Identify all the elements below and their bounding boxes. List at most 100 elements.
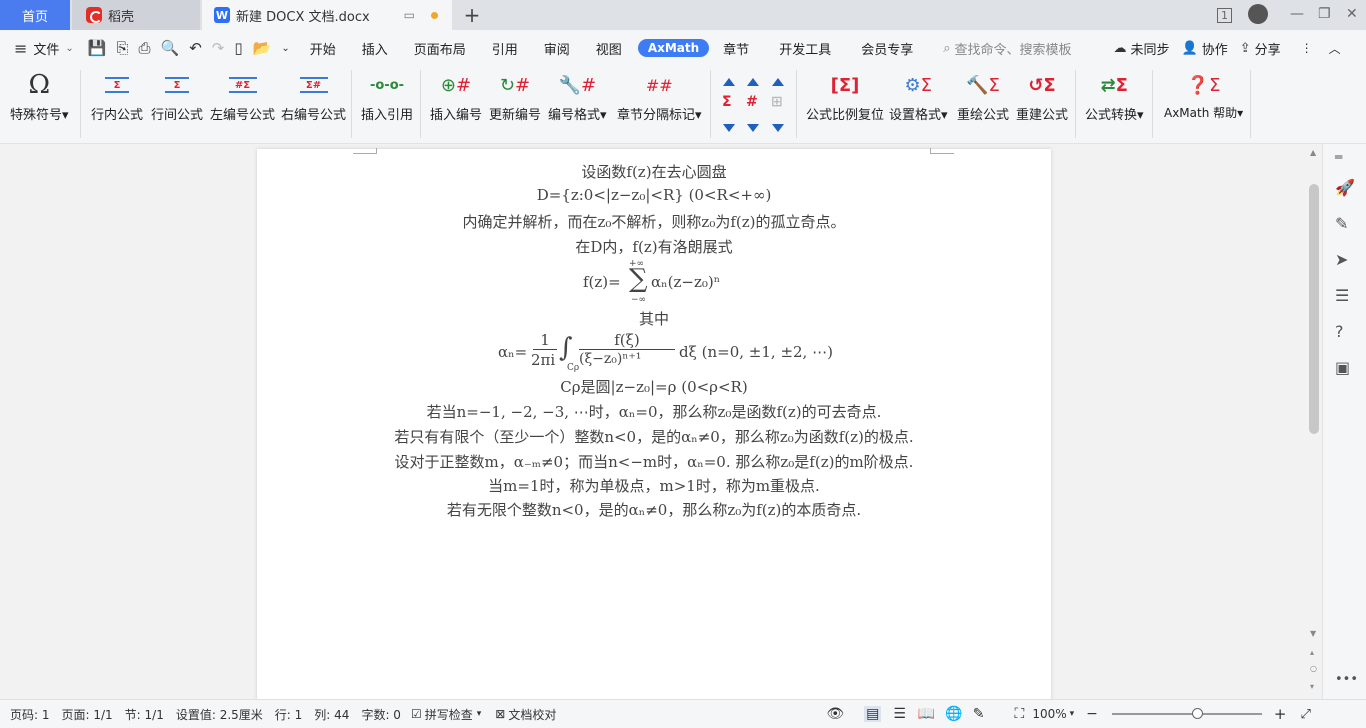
more-icon[interactable]: ⋮ — [1301, 41, 1313, 55]
status-page-code[interactable]: 页码: 1 — [10, 706, 50, 723]
eye-icon[interactable]: 👁 — [826, 706, 844, 722]
prev-page-icon[interactable]: ▴ — [1310, 648, 1314, 657]
status-word-count[interactable]: 字数: 0 — [361, 706, 401, 723]
adjust-icon[interactable]: ☰ — [1335, 286, 1349, 305]
arrow-up-icon[interactable] — [747, 78, 759, 86]
status-section[interactable]: 节: 1/1 — [125, 706, 164, 723]
pen-icon[interactable]: ✎ — [1335, 214, 1348, 233]
menu-member[interactable]: 会员专享 — [861, 39, 913, 58]
zoom-level[interactable]: 100% — [1032, 707, 1066, 721]
status-setting[interactable]: 设置值: 2.5厘米 — [176, 706, 263, 723]
new-doc-icon[interactable]: ▯ — [234, 39, 242, 57]
web-view-icon[interactable]: 🌐 — [945, 706, 962, 722]
menu-file[interactable]: 文件 — [33, 39, 59, 58]
inline-formula-button[interactable]: Σ 行内公式 — [91, 70, 143, 123]
axmath-help-button[interactable]: ❓ Σ AxMath 帮助▾ — [1164, 70, 1243, 121]
spell-check-button[interactable]: 拼写检查 — [425, 706, 473, 723]
doc-line[interactable]: 其中 — [257, 308, 1051, 329]
outline-view-icon[interactable]: ☰ — [893, 706, 906, 722]
chapter-separator-button[interactable]: ## 章节分隔标记▾ — [617, 70, 702, 124]
collab-button[interactable]: 协作 — [1202, 39, 1228, 58]
doc-line[interactable]: 当m=1时，称为单极点，m>1时，称为m重极点. — [257, 475, 1051, 496]
redraw-formula-button[interactable]: 🔨 Σ 重绘公式 — [957, 70, 1009, 124]
proofread-button[interactable]: 文档校对 — [508, 706, 556, 723]
arrow-down-icon[interactable] — [747, 124, 759, 132]
tab-home[interactable]: 首页 — [0, 0, 70, 30]
zoom-slider[interactable] — [1111, 708, 1262, 719]
update-number-button[interactable]: ↻ # 更新编号 — [489, 70, 541, 124]
arrow-down-icon[interactable] — [723, 124, 735, 132]
menu-insert[interactable]: 插入 — [362, 39, 388, 58]
menu-page-layout[interactable]: 页面布局 — [414, 39, 466, 58]
more-quick-icon[interactable]: ⌄ — [281, 43, 289, 54]
undo-icon[interactable]: ↶ — [189, 39, 202, 57]
new-tab-button[interactable]: + — [462, 0, 482, 30]
vertical-scrollbar[interactable]: ▲ ▼ ▴ ○ ▾ — [1306, 144, 1322, 699]
rocket-icon[interactable]: 🚀 — [1335, 178, 1355, 197]
right-number-formula-button[interactable]: Σ# 右编号公式 — [281, 70, 346, 123]
page-view-icon[interactable]: ▤ — [864, 706, 882, 722]
doc-line[interactable]: 若当n=−1, −2, −3, ⋯时，αₙ=0，那么称z₀是函数f(z)的可去奇… — [257, 401, 1051, 422]
chevron-down-icon[interactable]: ▾ — [1070, 709, 1075, 719]
share-button[interactable]: 分享 — [1255, 39, 1281, 58]
scroll-up-icon[interactable]: ▲ — [1310, 148, 1316, 157]
arrow-up-icon[interactable] — [723, 78, 735, 86]
menu-start[interactable]: 开始 — [310, 39, 336, 58]
minimize-icon[interactable]: — — [1290, 6, 1304, 22]
sync-button[interactable]: 未同步 — [1131, 39, 1170, 58]
tab-document[interactable]: W 新建 DOCX 文档.docx ▭ — [202, 0, 452, 30]
question-icon[interactable]: ? — [1335, 322, 1344, 341]
more-icon[interactable]: ••• — [1335, 672, 1358, 687]
left-number-formula-button[interactable]: #Σ 左编号公式 — [210, 70, 275, 123]
restore-icon[interactable]: ❐ — [1318, 6, 1331, 22]
sidebar-menu-icon[interactable]: ═ — [1335, 150, 1342, 164]
doc-line[interactable]: 在D内，f(z)有洛朗展式 — [257, 236, 1051, 257]
zoom-slider-handle[interactable] — [1191, 708, 1203, 719]
export-icon[interactable]: ⎘ — [117, 39, 129, 57]
menu-chapter[interactable]: 章节 — [723, 39, 749, 58]
formula-scale-reset-button[interactable]: [Σ] 公式比例复位 — [806, 70, 884, 124]
special-symbol-button[interactable]: Ω 特殊符号▾ — [10, 70, 69, 123]
laurent-series-formula[interactable]: f(z)= +∞ ∑ −∞ αₙ(z−z₀)ⁿ — [257, 259, 1051, 305]
coefficient-formula[interactable]: αₙ= 1 2πi ∫ Cρ f(ξ) (ξ−z₀)ⁿ⁺¹ dξ (n=0, ±… — [257, 331, 1051, 375]
fit-page-icon[interactable]: ⛶ — [1015, 706, 1025, 722]
doc-line[interactable]: 若有无限个整数n<0，是的αₙ≠0，那么称z₀为f(z)的本质奇点. — [257, 499, 1051, 520]
command-search-input[interactable]: 查找命令、搜索模板 — [955, 39, 1072, 58]
rebuild-formula-button[interactable]: ↺Σ 重建公式 — [1016, 70, 1068, 124]
cursor-icon[interactable]: ➤ — [1335, 250, 1348, 269]
print-icon[interactable]: ⎙ — [139, 39, 151, 57]
status-row[interactable]: 行: 1 — [275, 706, 303, 723]
arrow-up-icon[interactable] — [772, 78, 784, 86]
document-page[interactable]: 设函数f(z)在去心圆盘 D={z:0<|z−z₀|<R} (0<R<+∞) 内… — [257, 148, 1051, 709]
doc-line[interactable]: 内确定并解析，而在z₀不解析，则称z₀为f(z)的孤立奇点。 — [257, 211, 1051, 232]
status-column[interactable]: 列: 44 — [314, 706, 349, 723]
menu-review[interactable]: 审阅 — [544, 39, 570, 58]
display-formula-button[interactable]: Σ 行间公式 — [151, 70, 203, 123]
save-icon[interactable]: 💾 — [88, 39, 107, 57]
chevron-down-icon[interactable]: ⌄ — [65, 43, 73, 54]
doc-line[interactable]: 设函数f(z)在去心圆盘 — [257, 161, 1051, 182]
doc-line[interactable]: D={z:0<|z−z₀|<R} (0<R<+∞) — [257, 186, 1051, 204]
window-count-badge[interactable]: 1 — [1217, 8, 1232, 23]
fullscreen-icon[interactable]: ⤢ — [1300, 707, 1310, 722]
doc-line[interactable]: Cρ是圆|z−z₀|=ρ (0<ρ<R) — [257, 376, 1051, 397]
menu-view[interactable]: 视图 — [596, 39, 622, 58]
reading-view-icon[interactable]: 📖 — [918, 706, 935, 722]
formula-convert-button[interactable]: ⇄ Σ 公式转换▾ — [1085, 70, 1144, 124]
insert-reference-button[interactable]: -o-o- 插入引用 — [361, 70, 413, 124]
set-format-button[interactable]: ⚙ Σ 设置格式▾ — [889, 70, 948, 124]
hash-icon[interactable]: # — [746, 94, 758, 110]
sigma-icon[interactable]: Σ — [722, 94, 732, 110]
zoom-out-icon[interactable]: − — [1086, 706, 1098, 722]
open-folder-icon[interactable]: 📂 — [253, 39, 272, 57]
close-icon[interactable]: ✕ — [1346, 6, 1358, 22]
zoom-in-icon[interactable]: + — [1274, 705, 1287, 723]
collapse-ribbon-icon[interactable]: ︿ — [1329, 40, 1341, 57]
menu-developer[interactable]: 开发工具 — [779, 39, 831, 58]
doc-line[interactable]: 若只有有限个（至少一个）整数n<0，是的αₙ≠0，那么称z₀为函数f(z)的极点… — [257, 426, 1051, 447]
scroll-thumb[interactable] — [1309, 184, 1319, 434]
menu-axmath[interactable]: AxMath — [637, 39, 710, 57]
avatar[interactable] — [1248, 4, 1268, 24]
arrow-down-icon[interactable] — [772, 124, 784, 132]
print-preview-icon[interactable]: 🔍 — [161, 39, 180, 57]
